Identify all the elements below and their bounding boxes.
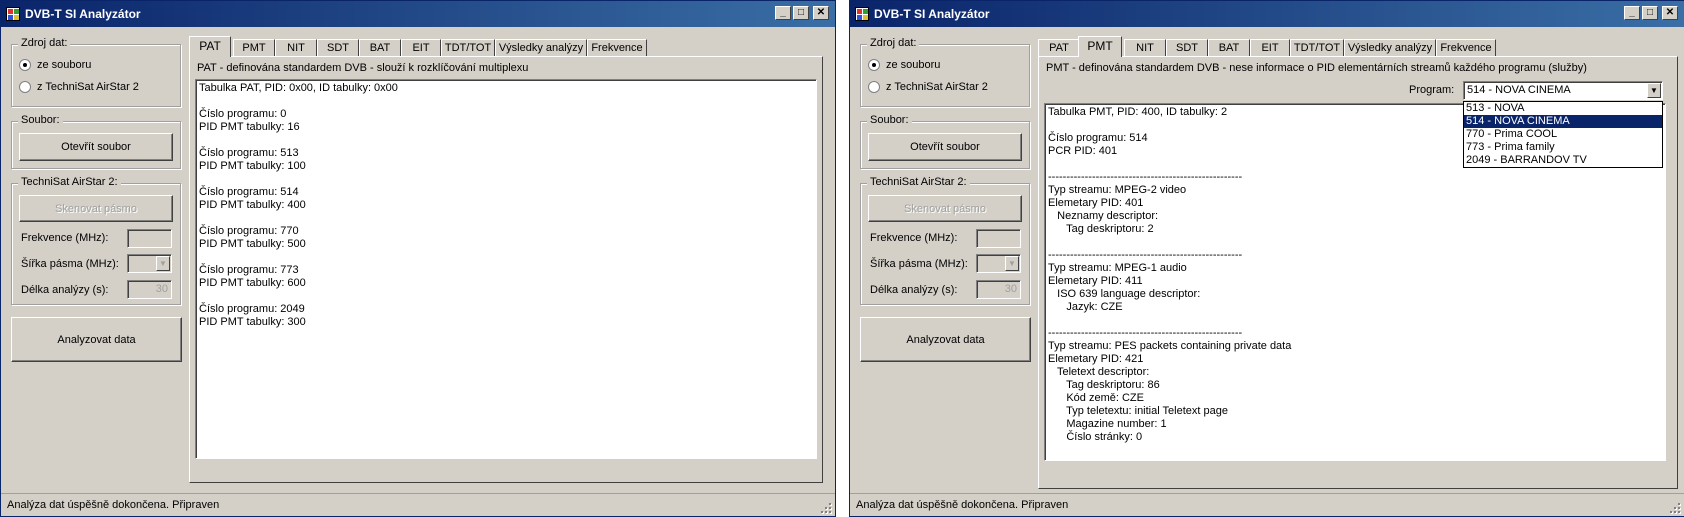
resize-grip-icon[interactable]: [1668, 501, 1680, 513]
chevron-down-icon: ▼: [156, 256, 170, 271]
bandwidth-select[interactable]: ▼: [976, 254, 1021, 273]
tab-analysis-results[interactable]: Výsledky analýzy: [495, 39, 587, 57]
tab-frequency[interactable]: Frekvence: [587, 39, 647, 57]
title-bar[interactable]: DVB-T SI Analyzátor _ □ ✕: [1, 1, 835, 27]
file-group: Soubor: Otevřít soubor: [11, 114, 181, 169]
radio-unchecked-icon: [19, 81, 31, 93]
radio-label: ze souboru: [886, 59, 941, 71]
frequency-label: Frekvence (MHz):: [870, 232, 958, 244]
app-icon: [6, 7, 20, 21]
device-group-title: TechniSat AirStar 2:: [867, 176, 970, 188]
tab-bat[interactable]: BAT: [359, 39, 401, 57]
tab-nit[interactable]: NIT: [275, 39, 317, 57]
app-icon: [855, 7, 869, 21]
file-group-title: Soubor:: [18, 114, 63, 126]
program-selected-value: 514 - NOVA CINEMA: [1467, 84, 1571, 96]
device-group-title: TechniSat AirStar 2:: [18, 176, 121, 188]
program-dropdown-list: 513 - NOVA 514 - NOVA CINEMA 770 - Prima…: [1463, 101, 1663, 168]
analyze-data-button[interactable]: Analyzovat data: [860, 317, 1031, 362]
tab-tdt-tot[interactable]: TDT/TOT: [1290, 39, 1344, 57]
minimize-button[interactable]: _: [1624, 6, 1640, 20]
radio-checked-icon: [868, 59, 880, 71]
device-group: TechniSat AirStar 2: Skenovat pásmo Frek…: [11, 176, 181, 305]
program-option[interactable]: 513 - NOVA: [1464, 102, 1662, 115]
program-label: Program:: [1409, 84, 1455, 96]
file-group: Soubor: Otevřít soubor: [860, 114, 1030, 169]
status-text: Analýza dat úspěšně dokončena. Připraven: [7, 499, 220, 511]
tab-pat[interactable]: PAT: [1038, 39, 1080, 57]
source-group: Zdroj dat: ze souboru z TechniSat AirSta…: [11, 37, 181, 107]
close-button[interactable]: ✕: [1662, 6, 1678, 20]
status-text: Analýza dat úspěšně dokončena. Připraven: [856, 499, 1069, 511]
chevron-down-icon: ▼: [1005, 256, 1019, 271]
duration-input[interactable]: 30: [127, 280, 172, 299]
radio-label: z TechniSat AirStar 2: [886, 81, 988, 93]
main-window-pat: DVB-T SI Analyzátor _ □ ✕ Zdroj dat: ze …: [0, 0, 836, 517]
window-title: DVB-T SI Analyzátor: [25, 7, 141, 21]
tab-strip: PAT PMT NIT SDT BAT EIT TDT/TOT Výsledky…: [1038, 36, 1678, 57]
program-option[interactable]: 2049 - BARRANDOV TV: [1464, 154, 1662, 167]
program-option-selected[interactable]: 514 - NOVA CINEMA: [1464, 115, 1662, 128]
tab-tdt-tot[interactable]: TDT/TOT: [441, 39, 495, 57]
radio-from-file[interactable]: ze souboru: [19, 59, 91, 71]
radio-checked-icon: [19, 59, 31, 71]
tab-page-pmt: PMT - definována standardem DVB - nese i…: [1038, 56, 1678, 489]
program-option[interactable]: 773 - Prima family: [1464, 141, 1662, 154]
main-window-pmt: DVB-T SI Analyzátor _ □ ✕ Zdroj dat: ze …: [849, 0, 1684, 517]
radio-from-device[interactable]: z TechniSat AirStar 2: [19, 81, 139, 93]
program-option[interactable]: 770 - Prima COOL: [1464, 128, 1662, 141]
duration-label: Délka analýzy (s):: [870, 284, 958, 296]
window-title: DVB-T SI Analyzátor: [874, 7, 990, 21]
status-bar: Analýza dat úspěšně dokončena. Připraven: [850, 493, 1684, 516]
device-group: TechniSat AirStar 2: Skenovat pásmo Frek…: [860, 176, 1030, 305]
program-select[interactable]: 514 - NOVA CINEMA ▼: [1463, 81, 1663, 100]
tab-pmt[interactable]: PMT: [233, 39, 275, 57]
bandwidth-select[interactable]: ▼: [127, 254, 172, 273]
tab-sdt[interactable]: SDT: [1166, 39, 1208, 57]
source-group-title: Zdroj dat:: [18, 37, 71, 49]
radio-from-device[interactable]: z TechniSat AirStar 2: [868, 81, 988, 93]
radio-label: z TechniSat AirStar 2: [37, 81, 139, 93]
bandwidth-label: Šířka pásma (MHz):: [870, 258, 968, 270]
tab-eit[interactable]: EIT: [401, 39, 441, 57]
source-group-title: Zdroj dat:: [867, 37, 920, 49]
frequency-input[interactable]: [976, 229, 1021, 248]
tab-analysis-results[interactable]: Výsledky analýzy: [1344, 39, 1436, 57]
source-group: Zdroj dat: ze souboru z TechniSat AirSta…: [860, 37, 1030, 107]
tab-strip: PAT PMT NIT SDT BAT EIT TDT/TOT Výsledky…: [189, 36, 829, 57]
scan-band-button[interactable]: Skenovat pásmo: [19, 195, 173, 222]
radio-label: ze souboru: [37, 59, 92, 71]
duration-input[interactable]: 30: [976, 280, 1021, 299]
maximize-button[interactable]: □: [1642, 6, 1658, 20]
open-file-button[interactable]: Otevřít soubor: [19, 133, 173, 161]
tab-bat[interactable]: BAT: [1208, 39, 1250, 57]
resize-grip-icon[interactable]: [819, 501, 831, 513]
tab-frequency[interactable]: Frekvence: [1436, 39, 1496, 57]
scan-band-button[interactable]: Skenovat pásmo: [868, 195, 1022, 222]
tab-pmt[interactable]: PMT: [1078, 36, 1122, 57]
pmt-description: PMT - definována standardem DVB - nese i…: [1046, 62, 1587, 74]
duration-label: Délka analýzy (s):: [21, 284, 109, 296]
open-file-button[interactable]: Otevřít soubor: [868, 133, 1022, 161]
tab-nit[interactable]: NIT: [1124, 39, 1166, 57]
radio-unchecked-icon: [868, 81, 880, 93]
status-bar: Analýza dat úspěšně dokončena. Připraven: [1, 493, 835, 516]
tab-sdt[interactable]: SDT: [317, 39, 359, 57]
file-group-title: Soubor:: [867, 114, 912, 126]
close-button[interactable]: ✕: [813, 6, 829, 20]
frequency-label: Frekvence (MHz):: [21, 232, 109, 244]
radio-from-file[interactable]: ze souboru: [868, 59, 940, 71]
title-bar[interactable]: DVB-T SI Analyzátor _ □ ✕: [850, 1, 1684, 27]
maximize-button[interactable]: □: [793, 6, 809, 20]
analyze-data-button[interactable]: Analyzovat data: [11, 317, 182, 362]
chevron-down-icon: ▼: [1647, 83, 1661, 98]
pat-output-textbox[interactable]: Tabulka PAT, PID: 0x00, ID tabulky: 0x00…: [195, 79, 817, 459]
tab-page-pat: PAT - definována standardem DVB - slouží…: [189, 56, 823, 483]
tab-eit[interactable]: EIT: [1250, 39, 1290, 57]
tab-pat[interactable]: PAT: [189, 36, 231, 57]
frequency-input[interactable]: [127, 229, 172, 248]
minimize-button[interactable]: _: [775, 6, 791, 20]
pat-description: PAT - definována standardem DVB - slouží…: [197, 62, 529, 74]
bandwidth-label: Šířka pásma (MHz):: [21, 258, 119, 270]
